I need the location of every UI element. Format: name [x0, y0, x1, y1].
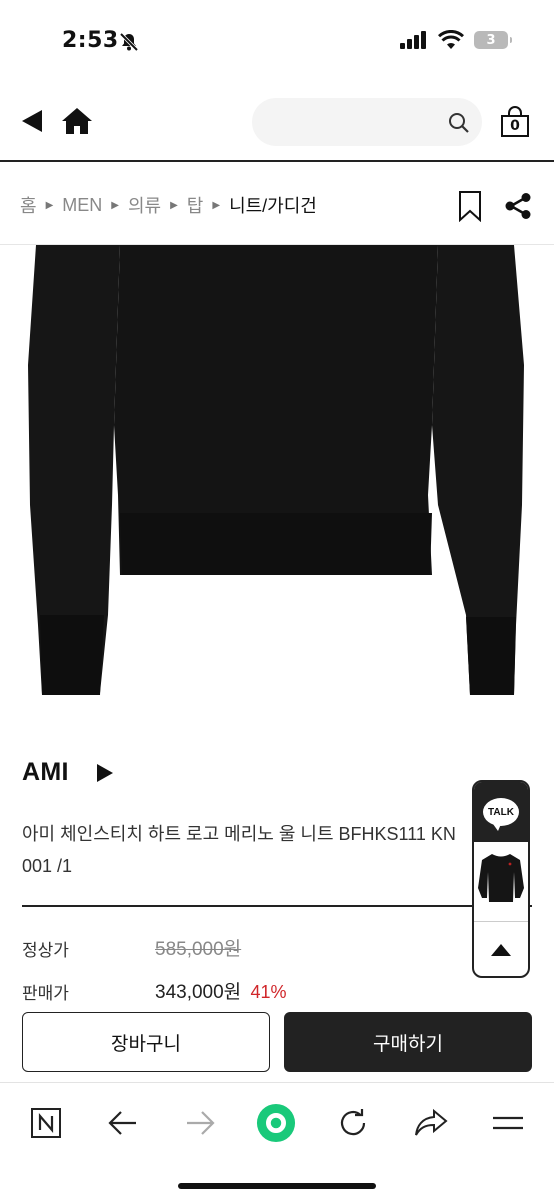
arrow-left-icon [108, 1111, 136, 1135]
battery-indicator: 3 [474, 31, 512, 49]
product-name: 아미 체인스티치 하트 로고 메리노 울 니트 BFHKS111 KN 001 … [22, 818, 542, 882]
breadcrumb-item-clothing[interactable]: 의류 [128, 192, 161, 218]
green-dot-button[interactable] [256, 1103, 296, 1143]
breadcrumb-separator-icon: ▶ [45, 199, 54, 211]
divider [22, 905, 532, 907]
floating-widget: TALK [472, 780, 530, 978]
sweater-image [28, 245, 524, 695]
menu-icon [493, 1116, 523, 1130]
back-icon[interactable] [20, 108, 44, 134]
top-nav [0, 90, 554, 162]
breadcrumb: 홈 ▶ MEN ▶ 의류 ▶ 탑 ▶ 니트/가디건 [20, 192, 317, 218]
arrow-right-icon [187, 1111, 215, 1135]
talk-button[interactable]: TALK [474, 782, 528, 842]
signal-icon [400, 31, 426, 49]
original-price-label: 정상가 [22, 941, 69, 961]
discount-rate: 41% [250, 982, 287, 1002]
sweater-thumbnail-icon [478, 854, 524, 902]
breadcrumb-separator-icon: ▶ [111, 199, 119, 211]
home-icon[interactable] [61, 106, 93, 136]
share-button[interactable] [411, 1103, 451, 1143]
naver-n-icon [31, 1108, 61, 1138]
brand-name[interactable]: AMI [22, 758, 69, 787]
product-name-line1: 아미 체인스티치 하트 로고 메리노 울 니트 BFHKS111 KN [22, 824, 456, 844]
sale-price-label: 판매가 [22, 984, 69, 1004]
forward-share-icon [415, 1108, 448, 1136]
wifi-icon [438, 30, 464, 49]
cart-count: 0 [510, 118, 520, 134]
play-icon[interactable] [96, 763, 114, 783]
bookmark-icon[interactable] [458, 190, 482, 222]
back-button[interactable] [103, 1103, 143, 1143]
refresh-button[interactable] [333, 1103, 373, 1143]
green-dot-icon [256, 1103, 296, 1143]
breadcrumb-item-home[interactable]: 홈 [20, 192, 37, 218]
breadcrumb-item-men[interactable]: MEN [62, 195, 102, 216]
recent-product-thumbnail[interactable] [474, 842, 528, 922]
breadcrumb-separator-icon: ▶ [212, 199, 221, 211]
status-right: 3 [400, 30, 512, 50]
menu-button[interactable] [488, 1103, 528, 1143]
search-icon[interactable] [448, 112, 470, 134]
share-icon[interactable] [504, 192, 532, 220]
bell-mute-icon [119, 32, 139, 52]
original-price: 585,000원 [155, 939, 242, 960]
refresh-icon [340, 1109, 366, 1136]
talk-bubble-icon: TALK [483, 798, 519, 831]
arrow-up-icon [491, 943, 511, 956]
sale-price: 343,000원 [155, 982, 242, 1003]
breadcrumb-separator-icon: ▶ [170, 199, 178, 211]
product-name-line2: 001 /1 [22, 856, 73, 876]
search-input[interactable] [252, 98, 482, 146]
add-to-cart-button[interactable]: 장바구니 [22, 1012, 270, 1072]
breadcrumb-item-top[interactable]: 탑 [187, 192, 204, 218]
product-image[interactable] [0, 245, 554, 715]
forward-button[interactable] [180, 1103, 220, 1143]
buy-now-button[interactable]: 구매하기 [284, 1012, 532, 1072]
scroll-top-button[interactable] [474, 923, 528, 976]
home-indicator [178, 1183, 376, 1189]
breadcrumb-item-knit[interactable]: 니트/가디건 [229, 192, 317, 218]
status-time: 2:53 [62, 28, 119, 53]
naver-button[interactable] [26, 1103, 66, 1143]
sale-price-row: 343,000원 41% [155, 977, 286, 1004]
